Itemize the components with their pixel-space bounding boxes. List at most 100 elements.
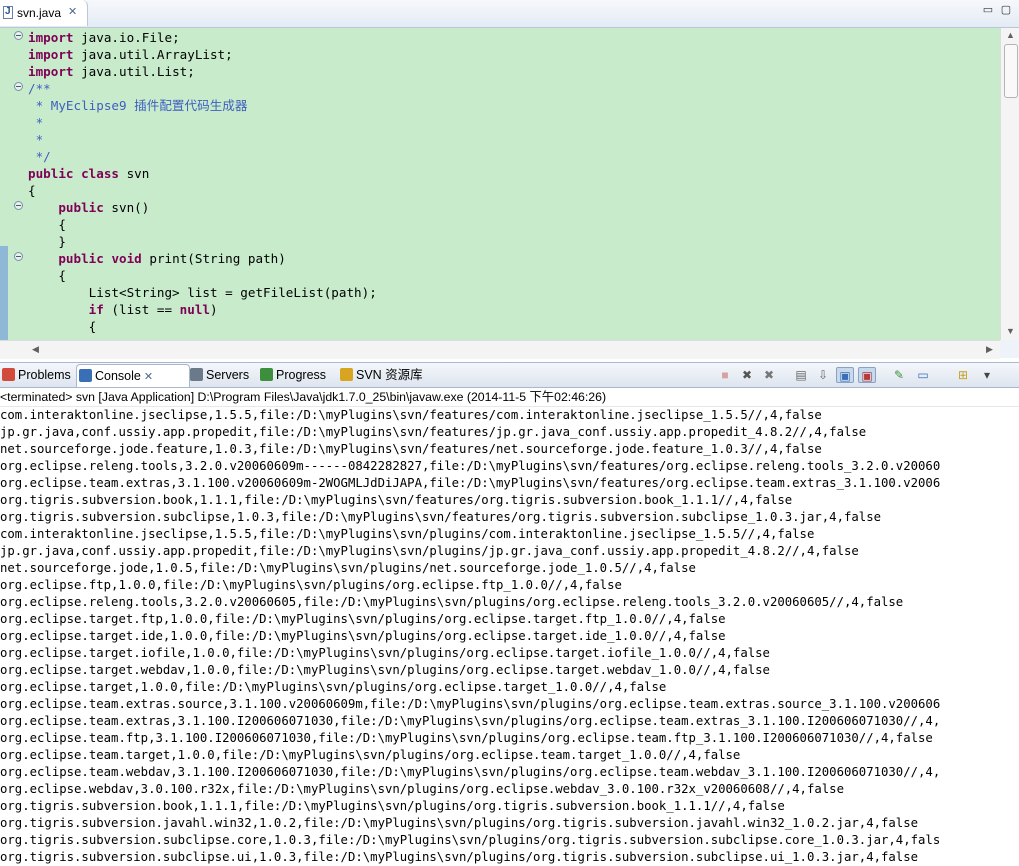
- console-output-line: org.eclipse.target,1.0.0,file:/D:\myPlug…: [0, 680, 667, 694]
- console-output-line: org.eclipse.team.extras.source,3.1.100.v…: [0, 697, 941, 711]
- code-line: }: [28, 233, 66, 250]
- problems-icon: [2, 368, 15, 381]
- code-token: *: [28, 132, 44, 147]
- code-token: public: [28, 166, 74, 181]
- terminate-icon[interactable]: ■: [716, 367, 734, 383]
- code-line: /**: [28, 80, 51, 97]
- scroll-right-arrow-icon[interactable]: ▶: [986, 344, 993, 355]
- view-tab-svn[interactable]: SVN 资源库: [338, 364, 432, 386]
- view-tab-label: Servers: [206, 368, 250, 382]
- view-tab-label: Progress: [276, 368, 327, 382]
- code-token: java.io.File;: [73, 30, 180, 45]
- scroll-down-arrow-icon[interactable]: ▼: [1006, 326, 1015, 336]
- code-token: */: [28, 149, 51, 164]
- minimize-icon[interactable]: ▭: [980, 3, 996, 17]
- code-token: svn(): [103, 200, 150, 215]
- code-token: /**: [28, 81, 51, 96]
- show-stderr-icon[interactable]: ▣: [858, 367, 876, 383]
- code-token: {: [28, 183, 36, 198]
- console-output-line: com.interaktonline.jseclipse,1.5.5,file:…: [0, 527, 815, 541]
- open-console-icon[interactable]: ⊞: [954, 367, 972, 383]
- code-line: {: [28, 216, 66, 233]
- terminated-status: <terminated> svn [Java Application] D:\P…: [0, 388, 1019, 407]
- console-output-line: org.tigris.subversion.book,1.1.1,file:/D…: [0, 493, 793, 507]
- editor-gutter: [0, 28, 10, 340]
- console-output-line: org.eclipse.target.ide,1.0.0,file:/D:\my…: [0, 629, 726, 643]
- editor-vertical-scrollbar[interactable]: ▲ ▼: [1000, 28, 1019, 340]
- fold-toggle-icon[interactable]: [14, 82, 23, 91]
- show-stdout-icon[interactable]: ▣: [836, 367, 854, 383]
- view-tab-label: SVN 资源库: [356, 368, 423, 382]
- view-tab-progress[interactable]: Progress: [258, 364, 338, 386]
- scroll-lock-icon[interactable]: ⇩: [814, 367, 832, 383]
- view-tab-servers[interactable]: Servers: [188, 364, 258, 386]
- code-line: public void print(String path): [28, 250, 286, 267]
- display-console-icon[interactable]: ▭: [914, 367, 932, 383]
- code-token: * MyEclipse9 插件配置代码生成器: [28, 98, 248, 113]
- view-tab-problems[interactable]: Problems: [0, 364, 76, 386]
- fold-toggle-icon[interactable]: [14, 201, 23, 210]
- progress-icon: [260, 368, 273, 381]
- console-view: Problems Console ✕ Servers Progress SVN 资源库 ■…: [0, 362, 1019, 866]
- view-menu-icon[interactable]: ▾: [978, 367, 996, 383]
- console-output-line: org.eclipse.releng.tools,3.2.0.v20060605…: [0, 595, 904, 609]
- scrollbar-thumb[interactable]: [1004, 44, 1018, 98]
- code-line: public svn(): [28, 199, 149, 216]
- code-token: void: [111, 251, 142, 266]
- console-output-line: org.tigris.subversion.subclipse,1.0.3,fi…: [0, 510, 881, 524]
- code-line: import java.util.List;: [28, 63, 195, 80]
- console-output-line: org.eclipse.target.iofile,1.0.0,file:/D:…: [0, 646, 770, 660]
- fold-toggle-icon[interactable]: [14, 31, 23, 40]
- code-token: {: [28, 268, 66, 283]
- console-icon: [79, 369, 92, 382]
- remove-all-icon[interactable]: ✖: [760, 367, 778, 383]
- code-line: {: [28, 182, 36, 199]
- console-output-line: org.eclipse.team.target,1.0.0,file:/D:\m…: [0, 748, 741, 762]
- servers-icon: [190, 368, 203, 381]
- code-token: print(String path): [141, 251, 286, 266]
- java-file-icon: [3, 6, 13, 19]
- close-view-icon[interactable]: ✕: [141, 371, 153, 383]
- console-output-line: com.interaktonline.jseclipse,1.5.5,file:…: [0, 408, 822, 422]
- console-output-line: org.eclipse.target.ftp,1.0.0,file:/D:\my…: [0, 612, 726, 626]
- code-token: import: [28, 30, 74, 45]
- code-editor[interactable]: import java.io.File; import java.util.Arr…: [0, 28, 1000, 340]
- code-token: {: [28, 319, 97, 334]
- clear-console-icon[interactable]: ▤: [792, 367, 810, 383]
- code-token: java.util.ArrayList;: [73, 47, 233, 62]
- view-tab-bar: Problems Console ✕ Servers Progress SVN 资源库 ■…: [0, 362, 1019, 388]
- close-tab-icon[interactable]: ✕: [68, 5, 77, 18]
- code-line: *: [28, 131, 44, 148]
- console-output-line: jp.gr.java,conf.ussiy.app.propedit,file:…: [0, 425, 867, 439]
- svn-repo-icon: [340, 368, 353, 381]
- console-output-line: org.eclipse.team.extras,3.1.100.v2006060…: [0, 476, 941, 490]
- code-line: import java.util.ArrayList;: [28, 46, 233, 63]
- code-line: *: [28, 114, 44, 131]
- console-output-line: org.tigris.subversion.subclipse.ui,1.0.3…: [0, 850, 919, 864]
- console-output-line: jp.gr.java,conf.ussiy.app.propedit,file:…: [0, 544, 859, 558]
- code-token: import: [28, 64, 74, 79]
- console-output[interactable]: com.interaktonline.jseclipse,1.5.5,file:…: [0, 407, 1019, 866]
- scroll-left-arrow-icon[interactable]: ◀: [32, 344, 39, 355]
- code-token: import: [28, 47, 74, 62]
- editor-horizontal-scrollbar[interactable]: ◀ ▶: [0, 340, 1000, 359]
- code-line: import java.io.File;: [28, 29, 180, 46]
- code-line: {: [28, 318, 97, 335]
- remove-launch-icon[interactable]: ✖: [738, 367, 756, 383]
- maximize-icon[interactable]: ▢: [998, 3, 1014, 17]
- editor-tab-svn-java[interactable]: svn.java ✕: [0, 0, 88, 26]
- view-tab-console[interactable]: Console ✕: [76, 364, 190, 387]
- scroll-up-arrow-icon[interactable]: ▲: [1006, 30, 1015, 40]
- pin-console-icon[interactable]: ✎: [890, 367, 908, 383]
- code-token: svn: [119, 166, 150, 181]
- fold-toggle-icon[interactable]: [14, 252, 23, 261]
- console-output-line: org.eclipse.target.webdav,1.0.0,file:/D:…: [0, 663, 770, 677]
- console-output-line: org.eclipse.webdav,3.0.100.r32x,file:/D:…: [0, 782, 844, 796]
- view-tab-label: Console: [95, 369, 141, 383]
- code-token: (list ==: [103, 302, 180, 317]
- code-line: * MyEclipse9 插件配置代码生成器: [28, 97, 248, 114]
